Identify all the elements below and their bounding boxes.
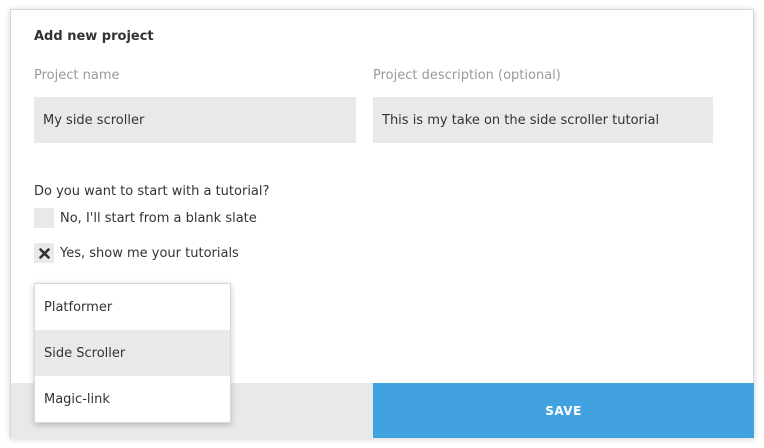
show-tutorials-label: Yes, show me your tutorials bbox=[60, 245, 239, 261]
tutorial-dropdown-menu: Platformer Side Scroller Magic-link bbox=[34, 283, 231, 423]
tutorial-question: Do you want to start with a tutorial? bbox=[34, 184, 270, 199]
project-name-label: Project name bbox=[34, 68, 120, 83]
project-description-label: Project description (optional) bbox=[373, 68, 561, 83]
option-blank-slate[interactable]: No, I'll start from a blank slate bbox=[34, 208, 257, 228]
save-button[interactable]: SAVE bbox=[373, 383, 754, 438]
blank-slate-label: No, I'll start from a blank slate bbox=[60, 210, 257, 226]
dropdown-item-side-scroller[interactable]: Side Scroller bbox=[35, 330, 230, 376]
project-name-input[interactable] bbox=[34, 97, 356, 143]
blank-slate-checkbox[interactable] bbox=[34, 208, 54, 228]
option-show-tutorials[interactable]: Yes, show me your tutorials bbox=[34, 243, 239, 263]
close-x-icon bbox=[38, 247, 50, 259]
dropdown-item-magic-link[interactable]: Magic-link bbox=[35, 376, 230, 422]
add-project-dialog: Add new project Project name Project des… bbox=[10, 9, 754, 438]
show-tutorials-checkbox[interactable] bbox=[34, 243, 54, 263]
dialog-title: Add new project bbox=[34, 29, 154, 44]
project-description-input[interactable] bbox=[373, 97, 713, 143]
dropdown-item-platformer[interactable]: Platformer bbox=[35, 284, 230, 330]
